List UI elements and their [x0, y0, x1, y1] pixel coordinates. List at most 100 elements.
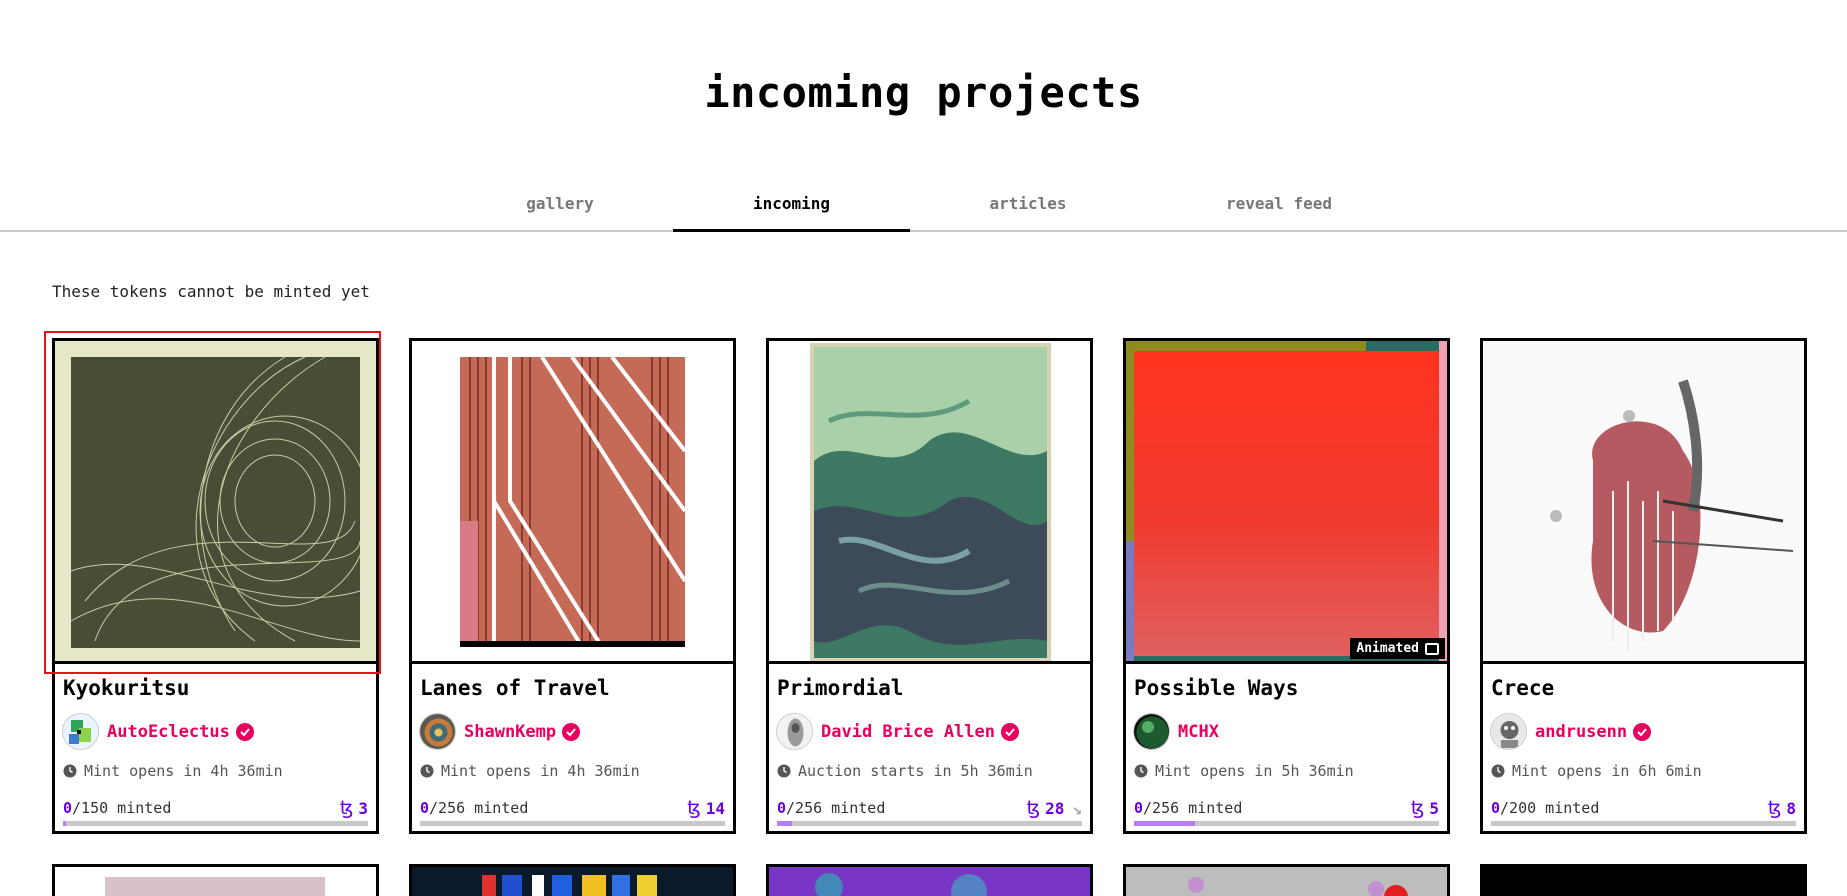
clock-icon: [1491, 764, 1505, 778]
artist-link[interactable]: ShawnKemp: [419, 713, 581, 750]
project-thumbnail[interactable]: Animated: [1126, 341, 1447, 664]
project-thumbnail[interactable]: [1483, 341, 1804, 664]
project-card-partial[interactable]: [1480, 864, 1807, 896]
mint-progress-bar: [777, 821, 1082, 826]
tez-icon: ꜩ: [1767, 797, 1782, 819]
artist-link[interactable]: David Brice Allen: [776, 713, 1020, 750]
mint-progress-bar: [420, 821, 725, 826]
mint-status: Mint opens in 6h 6min: [1491, 762, 1702, 780]
minted-total: /256 minted: [786, 799, 886, 817]
project-card[interactable]: Crece andrusenn Mint opens in 6h 6min 0/…: [1480, 338, 1807, 834]
artist-avatar[interactable]: [776, 713, 813, 750]
minted-count: 0/256 minted: [777, 799, 885, 817]
tab-bar: gallery incoming articles reveal feed: [0, 180, 1847, 232]
artist-link[interactable]: AutoEclectus: [62, 713, 255, 750]
dutch-auction-arrow-icon: ↘: [1072, 798, 1082, 818]
minted-count: 0/256 minted: [420, 799, 528, 817]
artist-name[interactable]: David Brice Allen: [821, 722, 995, 742]
price-value: 8: [1786, 798, 1796, 818]
project-card[interactable]: Animated Possible Ways MCHX Mint opens i…: [1123, 338, 1450, 834]
project-thumbnail[interactable]: [55, 341, 376, 664]
artist-link[interactable]: MCHX: [1133, 713, 1219, 750]
project-title[interactable]: Crece: [1491, 676, 1554, 700]
status-text: Mint opens in 4h 36min: [441, 762, 640, 780]
film-icon: [1425, 642, 1439, 655]
verified-icon: [1633, 722, 1652, 741]
clock-icon: [420, 764, 434, 778]
animated-badge: Animated: [1350, 638, 1445, 659]
mint-progress-fill: [1134, 821, 1195, 826]
status-text: Mint opens in 4h 36min: [84, 762, 283, 780]
artist-name[interactable]: AutoEclectus: [107, 722, 230, 742]
price: ꜩ 14: [687, 797, 725, 819]
tab-reveal-feed[interactable]: reveal feed: [1146, 180, 1412, 232]
verified-icon: [1001, 722, 1019, 741]
verified-icon: [562, 722, 581, 741]
project-card[interactable]: Primordial David Brice Allen Auction sta…: [766, 338, 1093, 834]
project-title[interactable]: Primordial: [777, 676, 903, 700]
minted-total: /256 minted: [1143, 799, 1243, 817]
mint-progress-fill: [777, 821, 793, 826]
mint-status: Auction starts in 5h 36min: [777, 762, 1033, 780]
project-card-partial[interactable]: [409, 864, 736, 896]
project-card[interactable]: Lanes of Travel ShawnKemp Mint opens in …: [409, 338, 736, 834]
minted-value: 0: [777, 799, 787, 817]
mint-progress-fill: [63, 821, 67, 826]
mint-progress-bar: [1134, 821, 1439, 826]
minted-value: 0: [63, 799, 73, 817]
project-thumbnail[interactable]: [769, 341, 1090, 664]
project-title[interactable]: Lanes of Travel: [420, 676, 610, 700]
project-card-partial[interactable]: [766, 864, 1093, 896]
mint-progress-bar: [63, 821, 368, 826]
page-title: incoming projects: [704, 68, 1143, 117]
price: ꜩ5: [1411, 797, 1439, 819]
project-card-partial[interactable]: [52, 864, 379, 896]
mint-status: Mint opens in 5h 36min: [1134, 762, 1354, 780]
price-value: 28: [1045, 798, 1065, 818]
status-text: Auction starts in 5h 36min: [798, 762, 1033, 780]
price: ꜩ3: [340, 797, 368, 819]
artist-name[interactable]: ShawnKemp: [464, 722, 556, 742]
project-card-partial[interactable]: [1123, 864, 1450, 896]
verified-icon: [235, 722, 254, 741]
project-title[interactable]: Possible Ways: [1134, 676, 1298, 700]
artist-avatar[interactable]: [62, 713, 99, 750]
price-value: 14: [705, 798, 725, 818]
tez-icon: ꜩ: [1026, 797, 1041, 819]
minted-value: 0: [1134, 799, 1144, 817]
clock-icon: [63, 764, 77, 778]
tab-articles[interactable]: articles: [910, 180, 1146, 232]
minted-total: /150 minted: [72, 799, 172, 817]
minted-value: 0: [420, 799, 430, 817]
price-value: 5: [1429, 798, 1439, 818]
tez-icon: ꜩ: [687, 797, 701, 819]
minted-total: /200 minted: [1500, 799, 1600, 817]
project-title[interactable]: Kyokuritsu: [63, 676, 189, 700]
tab-gallery[interactable]: gallery: [445, 180, 675, 232]
artist-avatar[interactable]: [419, 713, 456, 750]
artist-link[interactable]: andrusenn: [1490, 713, 1652, 750]
minted-count: 0/150 minted: [63, 799, 171, 817]
minted-count: 0/200 minted: [1491, 799, 1599, 817]
project-thumbnail[interactable]: [412, 341, 733, 664]
price: ꜩ 28 ↘: [1027, 797, 1082, 819]
mint-status: Mint opens in 4h 36min: [63, 762, 283, 780]
project-card[interactable]: Kyokuritsu AutoEclectus Mint opens in 4h…: [52, 338, 379, 834]
artist-avatar[interactable]: [1490, 713, 1527, 750]
status-text: Mint opens in 6h 6min: [1512, 762, 1702, 780]
price-value: 3: [358, 798, 368, 818]
minted-count: 0/256 minted: [1134, 799, 1242, 817]
minted-total: /256 minted: [429, 799, 529, 817]
artist-avatar[interactable]: [1133, 713, 1170, 750]
tab-incoming[interactable]: incoming: [673, 180, 910, 232]
status-text: Mint opens in 5h 36min: [1155, 762, 1354, 780]
clock-icon: [1134, 764, 1148, 778]
artist-name[interactable]: andrusenn: [1535, 722, 1627, 742]
tez-icon: ꜩ: [1410, 797, 1425, 819]
price: ꜩ8: [1768, 797, 1796, 819]
artist-name[interactable]: MCHX: [1178, 722, 1219, 742]
notice-text: These tokens cannot be minted yet: [52, 282, 370, 301]
minted-value: 0: [1491, 799, 1501, 817]
mint-progress-bar: [1491, 821, 1796, 826]
tez-icon: ꜩ: [339, 797, 354, 819]
